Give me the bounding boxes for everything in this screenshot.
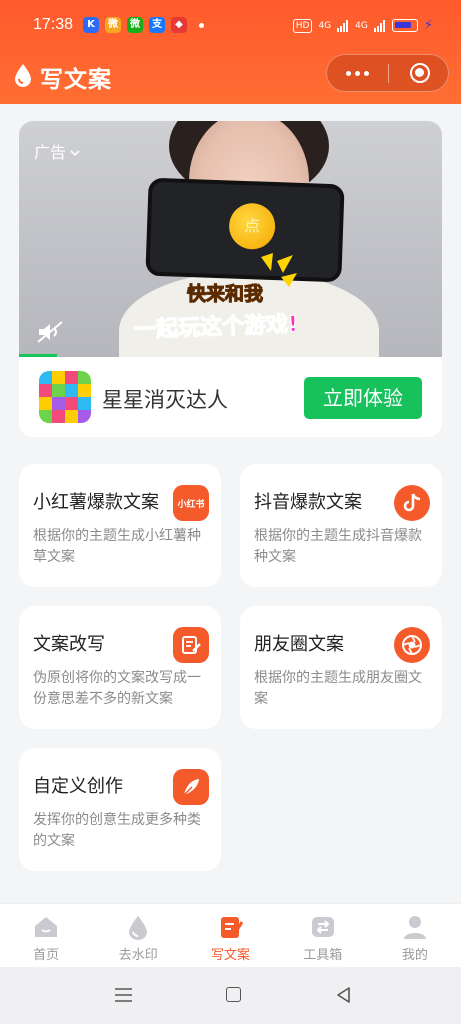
notification-dot-icon: [199, 23, 204, 28]
tab-label: 工具箱: [303, 948, 343, 963]
coin-icon: 点: [228, 202, 276, 251]
tab-write-copy[interactable]: 写文案: [184, 904, 276, 967]
tab-toolbox[interactable]: 工具箱: [277, 904, 369, 967]
tiktok-note-icon: [403, 493, 421, 512]
edit-note-icon: [173, 627, 209, 663]
water-drop-icon: [129, 916, 148, 940]
camera-shutter-icon: [394, 627, 430, 663]
home-button-icon[interactable]: [226, 987, 241, 1002]
k-app-icon: K: [83, 17, 99, 33]
card-description: 发挥你的创意生成更多种类的文案: [33, 812, 201, 849]
notepad-pencil-icon: [182, 636, 201, 654]
close-miniprogram-button[interactable]: [410, 63, 430, 83]
signal-1-label: 4G: [318, 20, 332, 31]
chevron-down-icon: [70, 150, 80, 157]
card-douyin-copy[interactable]: 抖音爆款文案 根据你的主题生成抖音爆款种文案: [240, 464, 442, 587]
battery-icon: [391, 19, 418, 32]
game-app-icon[interactable]: [39, 371, 91, 423]
back-icon[interactable]: [335, 986, 351, 1004]
alipay-icon: 支: [149, 17, 165, 33]
wechat-icon: 微: [127, 17, 143, 33]
ad-label-text: 广告: [34, 143, 67, 162]
title-bar: 写文案: [0, 54, 461, 94]
card-moments-copy[interactable]: 朋友圈文案 根据你的主题生成朋友圈文案: [240, 606, 442, 729]
game-name: 星星消灭达人: [102, 388, 228, 412]
card-title: 自定义创作: [33, 776, 123, 797]
more-options-button[interactable]: [327, 55, 387, 91]
signal-1-icon: [337, 19, 349, 32]
ad-video[interactable]: 点 快来和我 一起玩这个游戏! 广告: [19, 121, 442, 357]
ad-label-dropdown[interactable]: 广告: [34, 139, 81, 163]
ad-video-progress-fill: [19, 354, 58, 357]
header: 17:38 K 微 微 支 ◆ HD 4G 4G ⚡ 写文案: [0, 0, 461, 104]
card-title: 朋友圈文案: [254, 634, 344, 655]
map-icon: ◆: [171, 17, 187, 33]
card-custom-creation[interactable]: 自定义创作 发挥你的创意生成更多种类的文案: [19, 748, 221, 871]
ad-card: 点 快来和我 一起玩这个游戏! 广告 星星消灭达人 立即体验: [19, 121, 442, 437]
signal-2-icon: [373, 19, 385, 32]
card-description: 伪原创将你的文案改写成一份意思差不多的新文案: [33, 670, 201, 707]
status-app-icons: K 微 微 支 ◆: [83, 17, 204, 33]
miniprogram-capsule: [326, 54, 449, 92]
ad-video-caption-2: 一起玩这个游戏!: [133, 312, 299, 344]
tab-label: 我的: [401, 948, 428, 963]
signal-2-label: 4G: [355, 20, 368, 31]
tab-remove-watermark[interactable]: 去水印: [92, 904, 184, 967]
write-copy-icon: [220, 917, 243, 938]
weibo-icon: 微: [105, 17, 121, 33]
card-xiaohongshu-copy[interactable]: 小红薯爆款文案 小红书 根据你的主题生成小红薯种草文案: [19, 464, 221, 587]
ad-video-caption-1: 快来和我: [186, 283, 264, 306]
charging-icon: ⚡: [423, 18, 433, 33]
bottom-tab-bar: 首页 去水印 写文案 工具箱 我的: [0, 903, 461, 967]
hd-badge: HD: [292, 18, 313, 33]
card-rewrite-copy[interactable]: 文案改写 伪原创将你的文案改写成一份意思差不多的新文案: [19, 606, 221, 729]
xiaohongshu-icon-text: 小红书: [177, 499, 205, 510]
card-description: 根据你的主题生成小红薯种草文案: [33, 528, 201, 565]
tab-label: 写文案: [211, 948, 251, 963]
home-icon: [35, 917, 58, 937]
card-title: 文案改写: [33, 634, 105, 655]
more-dot-icon: [345, 70, 351, 76]
tab-label: 首页: [33, 948, 60, 963]
more-dot-icon: [363, 70, 369, 76]
system-nav-bar: [0, 967, 461, 1024]
mute-icon[interactable]: [37, 321, 63, 343]
status-time: 17:38: [33, 16, 74, 33]
card-description: 根据你的主题生成抖音爆款种文案: [254, 528, 422, 565]
card-title: 抖音爆款文案: [254, 492, 362, 513]
card-description: 根据你的主题生成朋友圈文案: [254, 670, 422, 707]
recent-apps-icon[interactable]: [115, 988, 132, 1002]
more-dot-icon: [354, 70, 360, 76]
app-logo-drop-icon: [15, 64, 31, 87]
try-now-button[interactable]: 立即体验: [304, 377, 422, 419]
tab-label: 去水印: [118, 948, 158, 963]
xiaohongshu-icon: 小红书: [173, 485, 209, 521]
ad-video-progress: [19, 354, 442, 357]
status-bar: 17:38 K 微 微 支 ◆ HD 4G 4G ⚡: [0, 14, 461, 38]
feather-icon: [173, 769, 209, 805]
quill-icon: [182, 779, 199, 797]
toolbox-icon: [311, 917, 334, 937]
ad-phone-image: 点: [145, 177, 345, 283]
capsule-divider: [388, 64, 389, 83]
profile-icon: [403, 916, 426, 939]
page-title: 写文案: [40, 67, 112, 93]
status-indicators: HD 4G 4G ⚡: [292, 18, 433, 33]
douyin-icon: [394, 485, 430, 521]
sparkle-rays-icon: [261, 253, 297, 287]
aperture-icon: [402, 635, 422, 655]
tab-profile[interactable]: 我的: [369, 904, 461, 967]
card-title: 小红薯爆款文案: [33, 492, 159, 513]
tab-home[interactable]: 首页: [0, 904, 92, 967]
